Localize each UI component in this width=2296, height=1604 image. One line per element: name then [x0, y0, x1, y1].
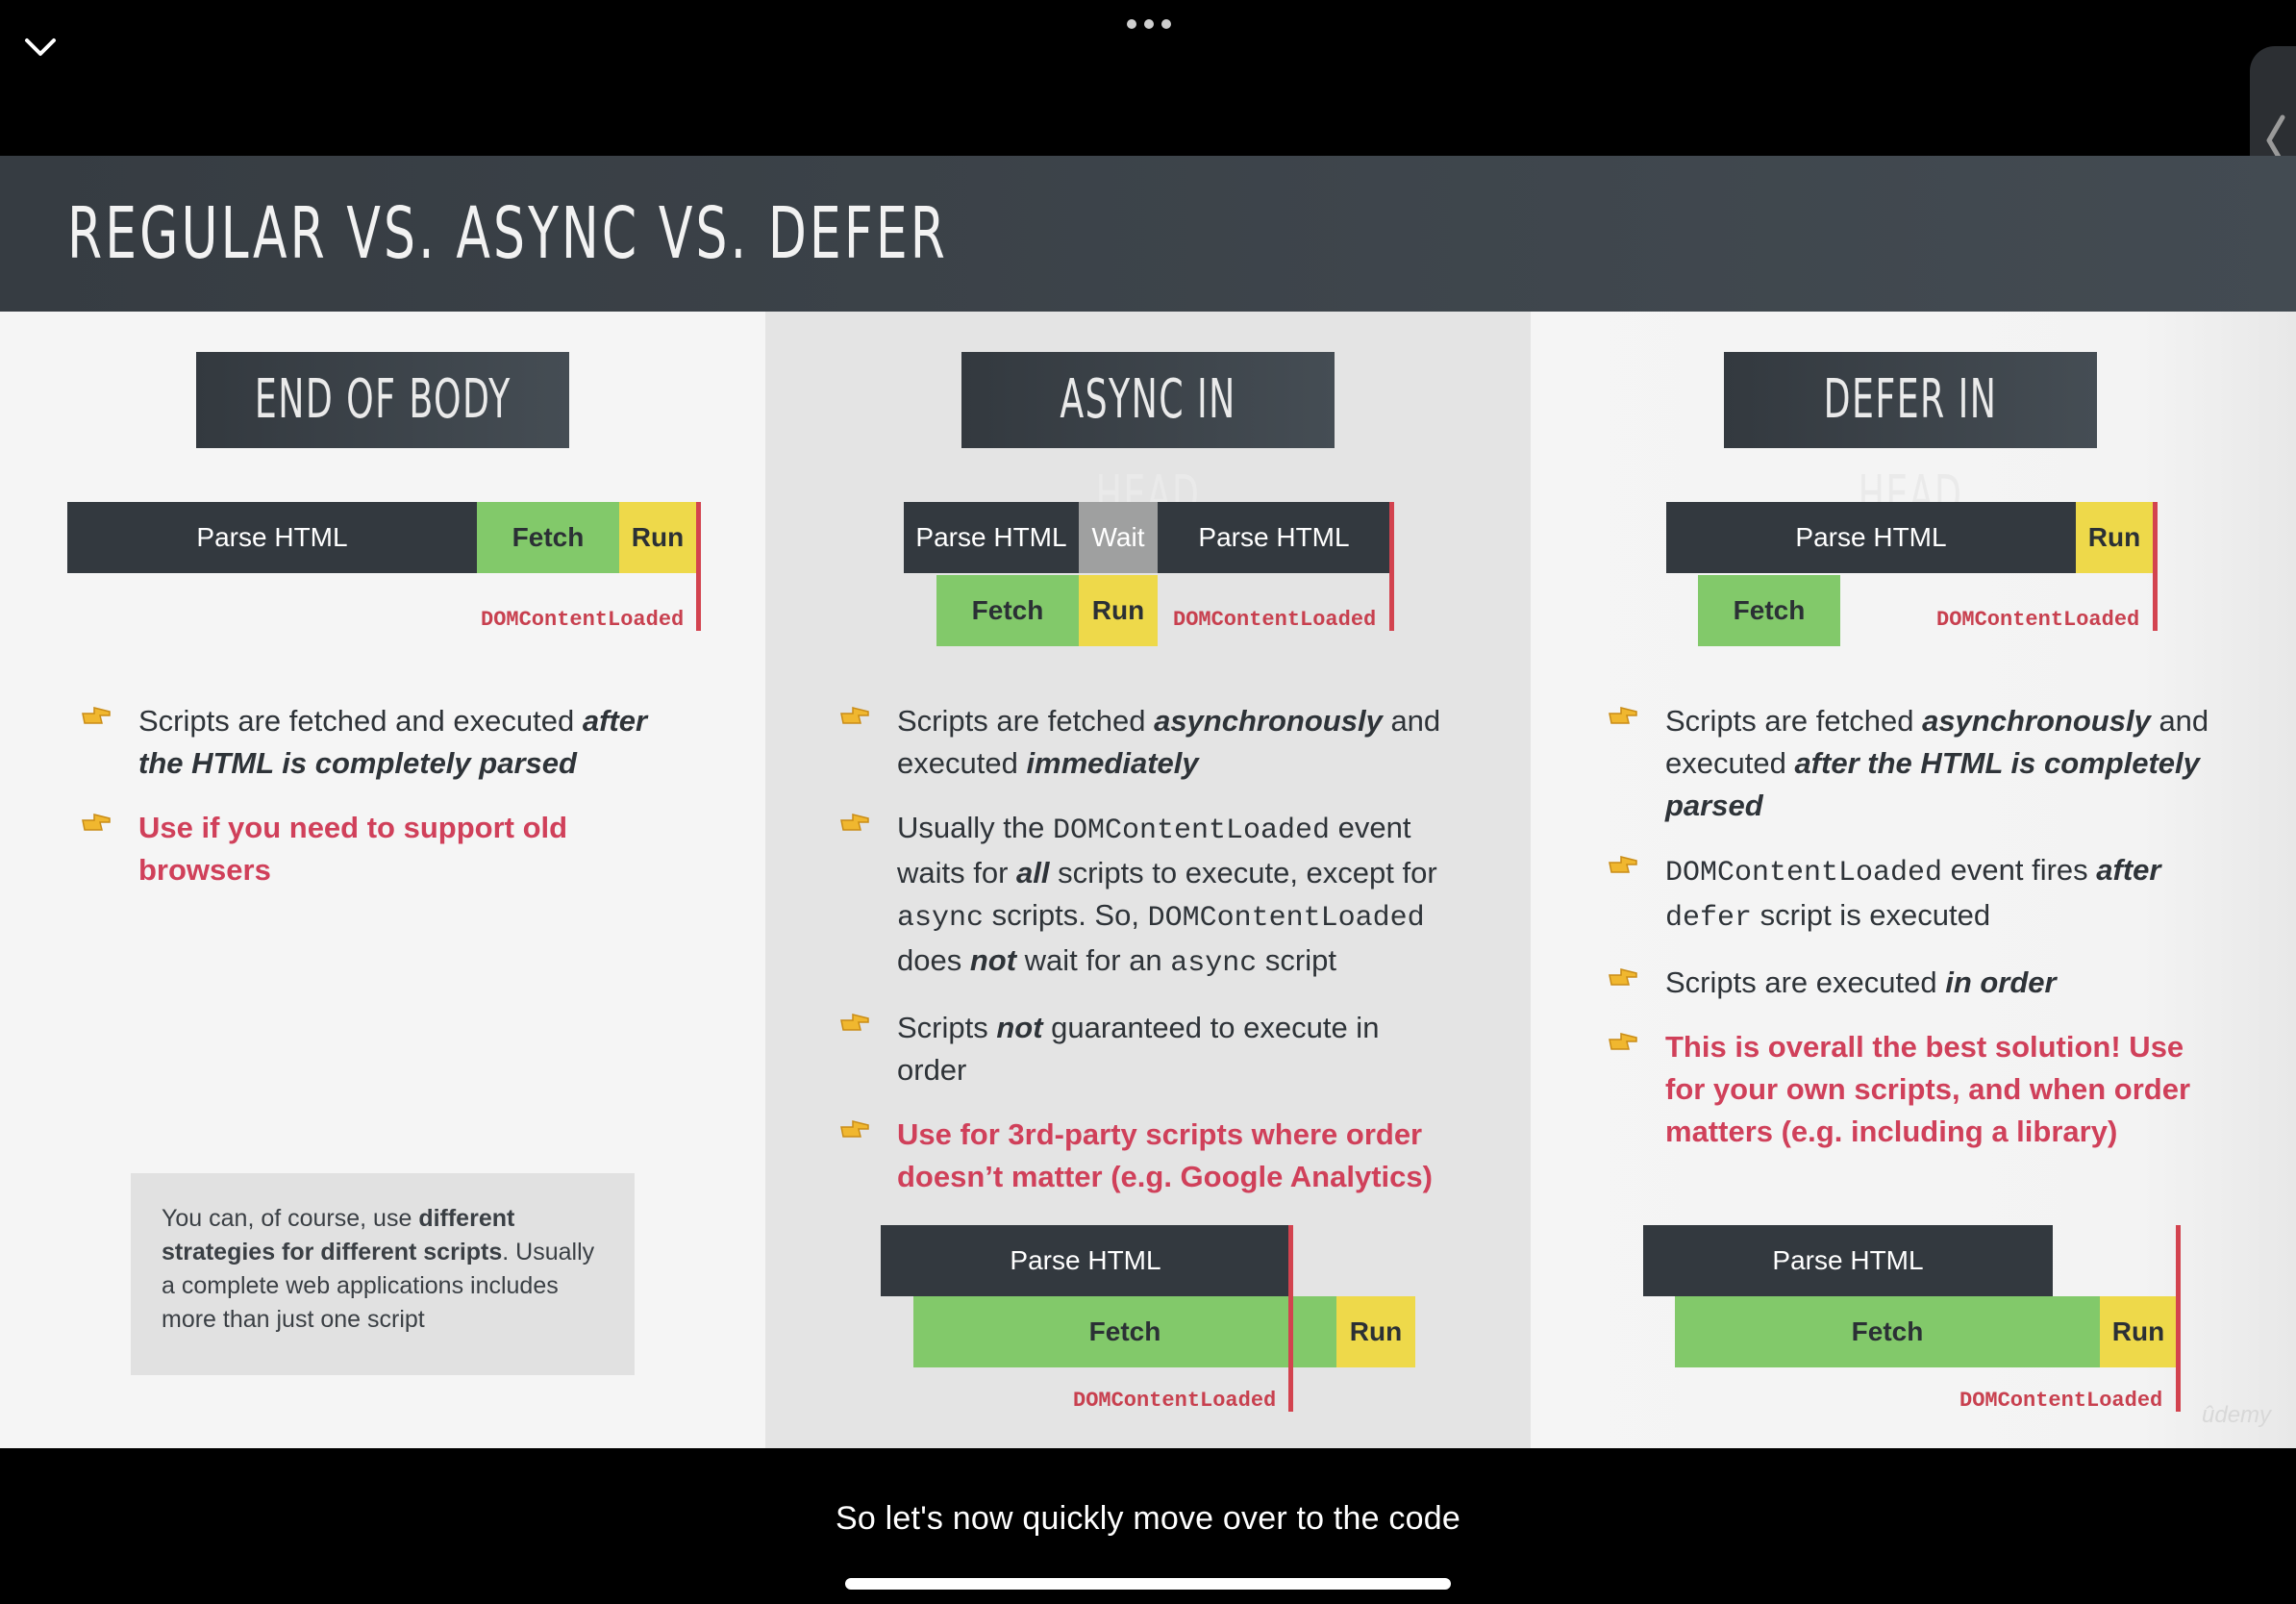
run-block: Run	[2076, 502, 2153, 573]
list-item: Use for 3rd-party scripts where order do…	[839, 1114, 1455, 1198]
parse-html-block: Parse HTML	[881, 1225, 1290, 1296]
home-indicator[interactable]	[845, 1578, 1451, 1590]
parse-html-block: Parse HTML	[67, 502, 477, 573]
fetch-block: Fetch	[1675, 1296, 2100, 1367]
heading-end-of-body: END OF BODY	[196, 352, 569, 448]
parse-html-block: Parse HTML	[904, 502, 1079, 573]
bullet-list: Scripts are fetched asynchronously and e…	[839, 700, 1455, 1220]
dom-content-loaded-marker	[1288, 1225, 1293, 1412]
pointing-hand-icon	[840, 1120, 869, 1138]
parse-html-block: Parse HTML	[1643, 1225, 2053, 1296]
pointing-hand-icon	[840, 707, 869, 724]
fetch-block: Fetch	[913, 1296, 1336, 1367]
parse-html-block: Parse HTML	[1158, 502, 1390, 573]
more-options-button[interactable]	[1125, 17, 1173, 31]
pointing-hand-icon	[1609, 968, 1637, 986]
pointing-hand-icon	[82, 814, 111, 831]
slide-title: REGULAR VS. ASYNC VS. DEFER	[67, 192, 948, 275]
dom-content-loaded-marker	[2153, 502, 2158, 631]
list-item: This is overall the best solution! Use f…	[1608, 1026, 2223, 1153]
list-item: Scripts are fetched and executed after t…	[81, 700, 696, 785]
heading-defer-in-head: DEFER IN HEAD	[1724, 352, 2097, 527]
slide-header: REGULAR VS. ASYNC VS. DEFER	[0, 156, 2296, 312]
fetch-block: Fetch	[477, 502, 619, 573]
bullet-list: Scripts are fetched and executed after t…	[81, 700, 696, 914]
fetch-block: Fetch	[936, 575, 1079, 646]
dom-content-loaded-label: DOMContentLoaded	[1173, 608, 1377, 632]
dom-content-loaded-marker	[2176, 1225, 2181, 1412]
bullet-list: Scripts are fetched asynchronously and e…	[1608, 700, 2223, 1175]
video-slide[interactable]: REGULAR VS. ASYNC VS. DEFER END OF BODY …	[0, 156, 2296, 1448]
pointing-hand-icon	[1609, 856, 1637, 873]
pointing-hand-icon	[840, 814, 869, 831]
collapse-button[interactable]	[23, 29, 58, 63]
run-block: Run	[1336, 1296, 1415, 1367]
parse-html-block: Parse HTML	[1666, 502, 2076, 573]
run-block: Run	[2100, 1296, 2177, 1367]
list-item: Scripts are fetched asynchronously and e…	[1608, 700, 2223, 827]
pointing-hand-icon	[840, 1014, 869, 1031]
list-item: Scripts not guaranteed to execute in ord…	[839, 1007, 1455, 1091]
info-note: You can, of course, use different strate…	[131, 1173, 635, 1375]
pointing-hand-icon	[82, 707, 111, 724]
dom-content-loaded-label: DOMContentLoaded	[1073, 1389, 1277, 1413]
udemy-watermark: ûdemy	[2202, 1402, 2272, 1428]
heading-async-in-head: ASYNC IN HEAD	[961, 352, 1335, 527]
fetch-block: Fetch	[1698, 575, 1840, 646]
pointing-hand-icon	[1609, 707, 1637, 724]
dom-content-loaded-label: DOMContentLoaded	[1936, 608, 2140, 632]
subtitle-caption: So let's now quickly move over to the co…	[836, 1500, 1460, 1537]
chevron-down-icon	[25, 38, 56, 56]
run-block: Run	[619, 502, 696, 573]
run-block: Run	[1079, 575, 1158, 646]
pointing-hand-icon	[1609, 1033, 1637, 1050]
more-dots-icon	[1127, 19, 1171, 29]
list-item: Usually the DOMContentLoaded event waits…	[839, 807, 1455, 985]
list-item: Scripts are fetched asynchronously and e…	[839, 700, 1455, 785]
dom-content-loaded-marker	[1389, 502, 1394, 631]
dom-content-loaded-label: DOMContentLoaded	[1959, 1389, 2163, 1413]
list-item: DOMContentLoaded event fires after defer…	[1608, 849, 2223, 940]
dom-content-loaded-marker	[696, 502, 701, 631]
list-item: Use if you need to support old browsers	[81, 807, 696, 891]
wait-block: Wait	[1079, 502, 1158, 573]
list-item: Scripts are executed in order	[1608, 962, 2223, 1004]
dom-content-loaded-label: DOMContentLoaded	[481, 608, 685, 632]
